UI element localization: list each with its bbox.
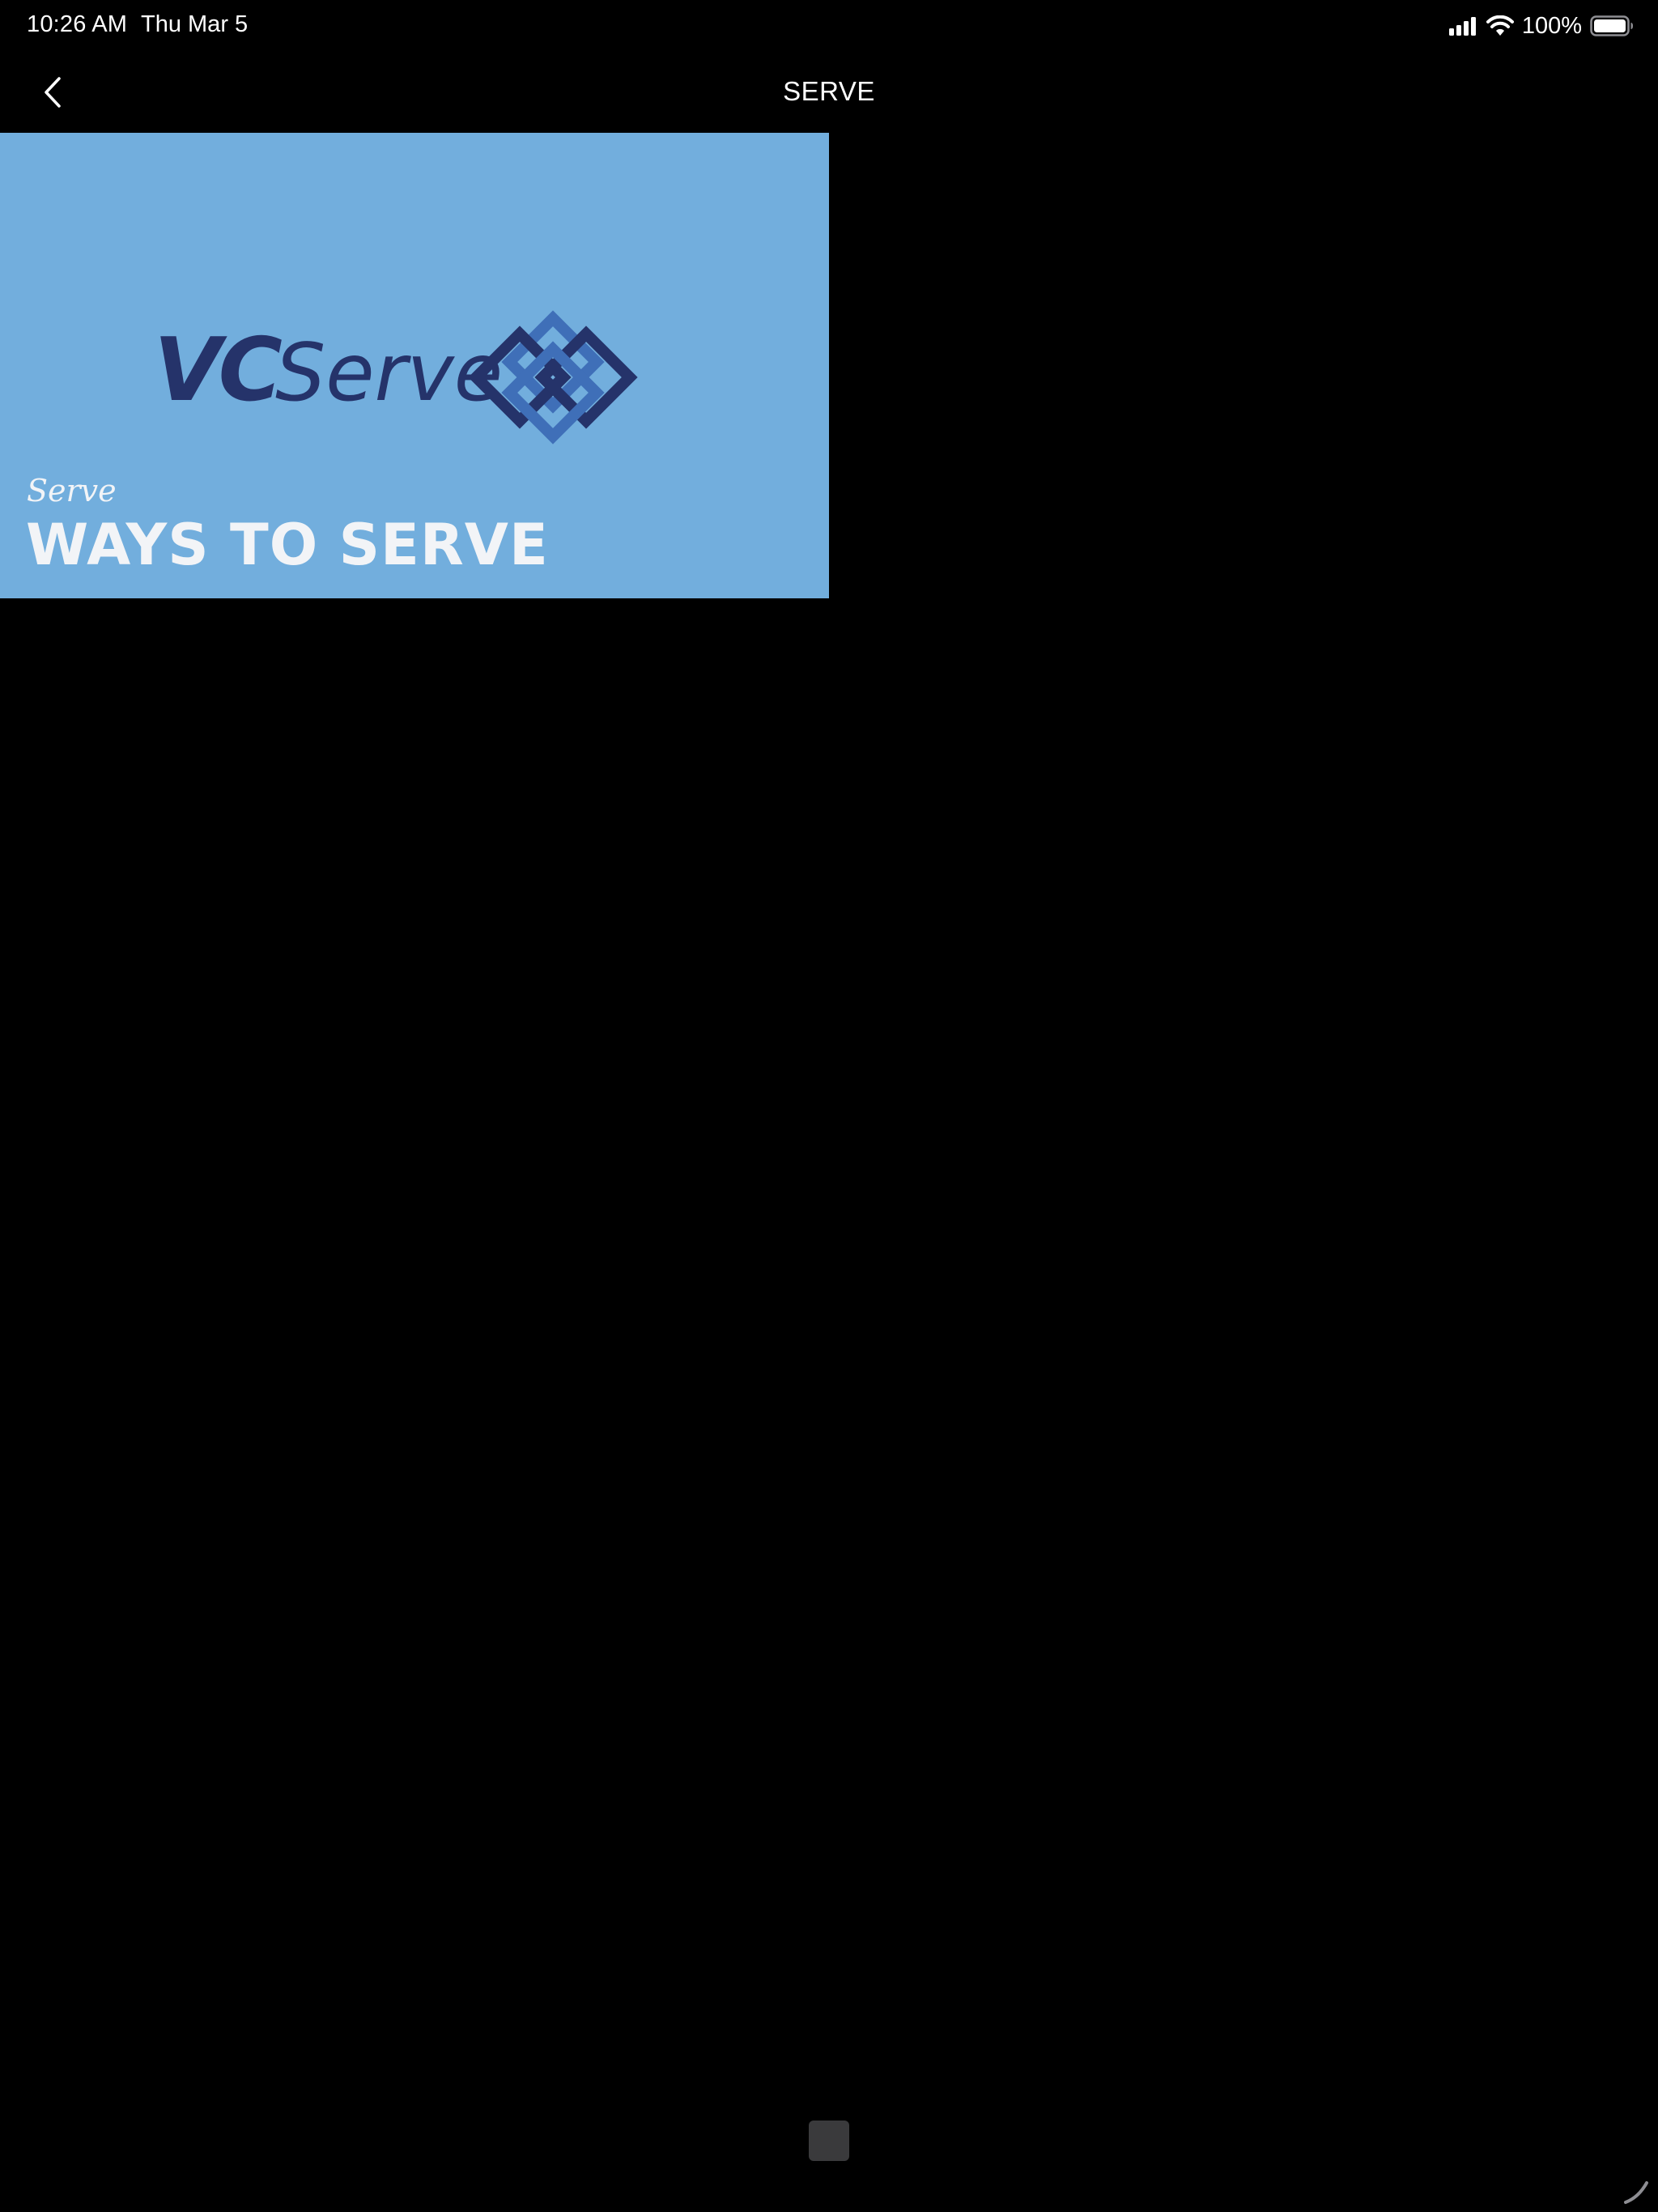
battery-percent: 100%: [1521, 12, 1582, 39]
navigation-bar: SERVE: [0, 52, 1658, 133]
status-indicators: 100%: [1448, 11, 1634, 40]
resize-grip-icon: [1624, 2181, 1648, 2204]
logo-text: Serve: [275, 327, 503, 419]
status-bar: 10:26 AM Thu Mar 5 100%: [0, 0, 1658, 52]
ways-to-serve-banner[interactable]: VC Serve Serve WAYS TO SERVE: [0, 133, 829, 598]
logo-text-bold: VC: [154, 320, 283, 421]
wifi-icon: [1486, 15, 1514, 36]
cellular-signal-icon: [1448, 17, 1476, 36]
page-title: SERVE: [783, 76, 875, 106]
battery-icon: [1590, 15, 1633, 36]
vc-serve-logo: VC Serve: [154, 310, 638, 445]
banner-eyebrow: Serve: [27, 473, 117, 508]
status-date: Thu Mar 5: [141, 11, 249, 37]
status-time: 10:26 AM: [27, 11, 128, 37]
banner-title: WAYS TO SERVE: [26, 512, 549, 578]
bottom-square-indicator: [809, 2121, 849, 2161]
